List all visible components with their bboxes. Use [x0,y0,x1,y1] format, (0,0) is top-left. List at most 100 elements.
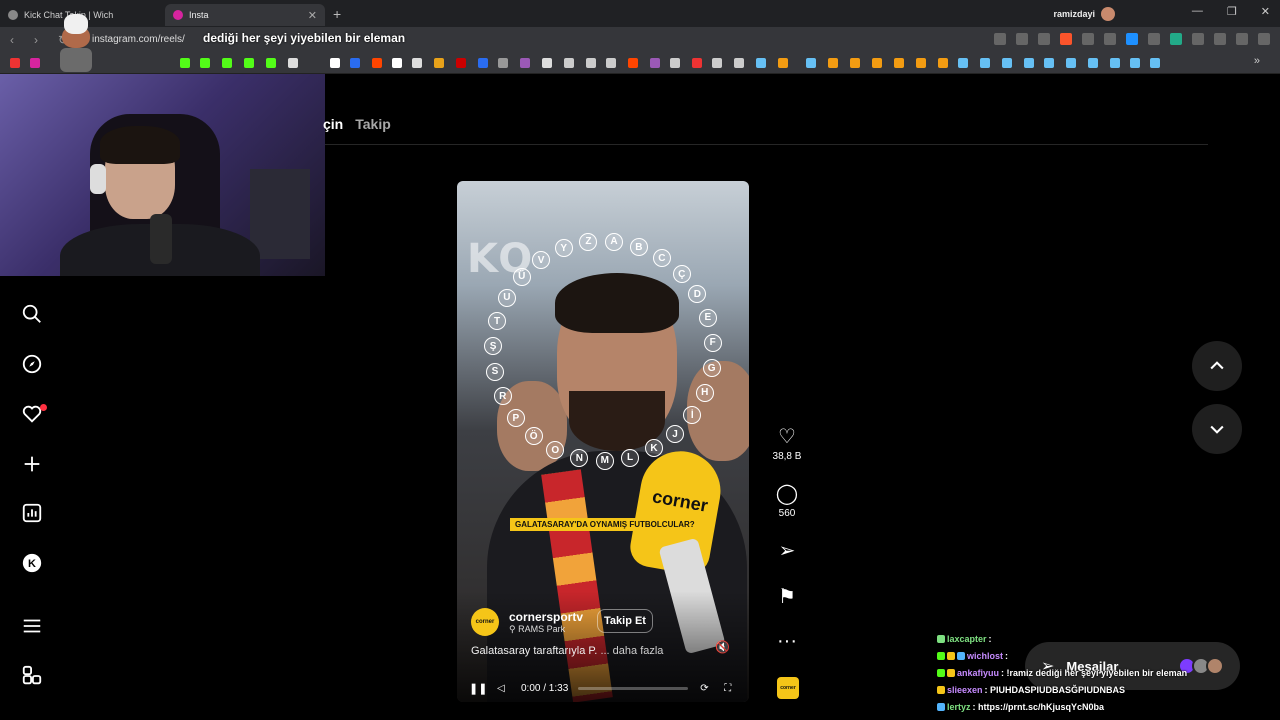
bookmark-icon[interactable] [350,58,360,68]
bookmark-icon[interactable] [392,58,402,68]
pause-icon[interactable]: ❚❚ [469,682,487,695]
bookmark-icon[interactable] [828,58,838,68]
more-bookmarks-icon[interactable]: » [1254,55,1260,67]
folder-icon[interactable] [734,58,744,68]
bookmark-icon[interactable] [850,58,860,68]
location-label[interactable]: ⚲ RAMS Park [509,624,583,635]
share-action[interactable]: ➢ [770,538,804,563]
bookmark-icon[interactable] [670,58,680,68]
x-bookmark-icon[interactable] [330,58,340,68]
steam-bookmark-icon[interactable] [1110,58,1120,68]
close-window-icon[interactable]: ✕ [1261,5,1270,18]
reel-account[interactable]: corner cornersportv ⚲ RAMS Park [471,608,583,636]
bookmark-icon[interactable] [288,58,298,68]
tab-instagram[interactable]: Insta ✕ [165,4,325,26]
more-link[interactable]: ... daha fazla [600,645,663,657]
menu-icon[interactable] [1258,33,1270,45]
forward-icon[interactable]: › [34,33,48,47]
more-action[interactable]: ··· [770,630,804,653]
bookmark-icon[interactable] [498,58,508,68]
close-tab-icon[interactable]: ✕ [308,9,317,22]
tab-for-you[interactable]: çin [323,116,343,132]
original-audio-thumbnail[interactable]: corner [777,677,799,699]
steam-bookmark-icon[interactable] [1002,58,1012,68]
brave-shield-icon[interactable] [1060,33,1072,45]
steam-bookmark-icon[interactable] [756,58,766,68]
bookmark-icon[interactable] [938,58,948,68]
bookmark-icon[interactable] [478,58,488,68]
maximize-icon[interactable]: ❐ [1227,5,1237,18]
bookmark-icon[interactable] [692,58,702,68]
bookmark-icon[interactable] [434,58,444,68]
tab-following[interactable]: Takip [355,116,391,132]
bookmark-icon[interactable]: ⚑ [770,584,804,609]
cast-icon[interactable] [1016,33,1028,45]
browser-profile[interactable]: ramizdayi [1053,7,1115,21]
create-plus-icon[interactable] [20,452,44,476]
bookmark-icon[interactable] [266,58,276,68]
bookmark-icon[interactable] [564,58,574,68]
follow-button[interactable]: Takip Et [597,609,653,633]
reddit-bookmark-icon[interactable] [372,58,382,68]
account-name[interactable]: cornersportv [509,610,583,624]
steam-bookmark-icon[interactable] [980,58,990,68]
bookmark-icon[interactable] [542,58,552,68]
more-options-icon[interactable]: ··· [770,630,804,653]
bookmark-icon[interactable] [712,58,722,68]
volume-icon[interactable]: ◁ [497,683,509,694]
bookmark-icon[interactable] [628,58,638,68]
reel-video[interactable]: KO corner GALATASARAY'DA OYNAMIŞ FUTBOLC… [457,181,749,702]
extension-icon[interactable] [1104,33,1116,45]
account-avatar[interactable]: corner [471,608,499,636]
next-reel-button[interactable] [1192,404,1242,454]
bookmark-icon[interactable] [606,58,616,68]
comment-action[interactable]: ◯ 560 [770,481,804,519]
bookmark-icon[interactable] [180,58,190,68]
search-icon[interactable] [20,302,44,326]
extension-icon[interactable] [1126,33,1138,45]
kick-extension-icon[interactable]: K [20,551,44,575]
dashboard-icon[interactable] [20,501,44,525]
bookmark-icon[interactable] [520,58,530,68]
steam-bookmark-icon[interactable] [806,58,816,68]
bookmark-icon[interactable] [222,58,232,68]
muted-icon[interactable]: 🔇 [715,640,730,654]
steam-bookmark-icon[interactable] [1044,58,1054,68]
steam-bookmark-icon[interactable] [1024,58,1034,68]
send-icon[interactable]: ➢ [770,538,804,563]
comment-icon[interactable]: ◯ [770,481,804,506]
extension-icon[interactable] [1082,33,1094,45]
bookmark-icon[interactable] [30,58,40,68]
like-action[interactable]: ♡ 38,8 B [770,424,804,462]
bookmark-icon[interactable] [10,58,20,68]
heart-icon[interactable]: ♡ [770,424,804,449]
steam-bookmark-icon[interactable] [1150,58,1160,68]
reel-description[interactable]: Galatasaray taraftarıyla P. ... daha faz… [471,645,663,657]
steam-bookmark-icon[interactable] [1088,58,1098,68]
fullscreen-icon[interactable]: ⛶ [724,683,736,694]
bookmark-icon[interactable] [778,58,788,68]
replay-icon[interactable]: ⟳ [700,683,712,694]
apps-grid-icon[interactable] [20,664,44,688]
bookmark-icon[interactable] [200,58,210,68]
minimize-icon[interactable]: — [1192,5,1203,18]
progress-bar[interactable] [578,686,689,690]
bookmark-icon[interactable] [586,58,596,68]
sidebar-icon[interactable] [1214,33,1226,45]
zoom-icon[interactable] [994,33,1006,45]
save-action[interactable]: ⚑ [770,584,804,609]
bookmark-icon[interactable] [872,58,882,68]
bookmark-icon[interactable] [412,58,422,68]
messages-button[interactable]: ➢ Mesajlar [1025,642,1240,690]
music-icon[interactable] [1236,33,1248,45]
new-tab-button[interactable]: + [333,6,341,22]
bookmark-icon[interactable] [916,58,926,68]
puzzle-icon[interactable] [1192,33,1204,45]
extension-icon[interactable] [1170,33,1182,45]
steam-bookmark-icon[interactable] [1130,58,1140,68]
previous-reel-button[interactable] [1192,341,1242,391]
menu-icon[interactable] [20,614,44,638]
back-icon[interactable]: ‹ [10,33,24,47]
share-icon[interactable] [1038,33,1050,45]
bookmark-icon[interactable] [244,58,254,68]
